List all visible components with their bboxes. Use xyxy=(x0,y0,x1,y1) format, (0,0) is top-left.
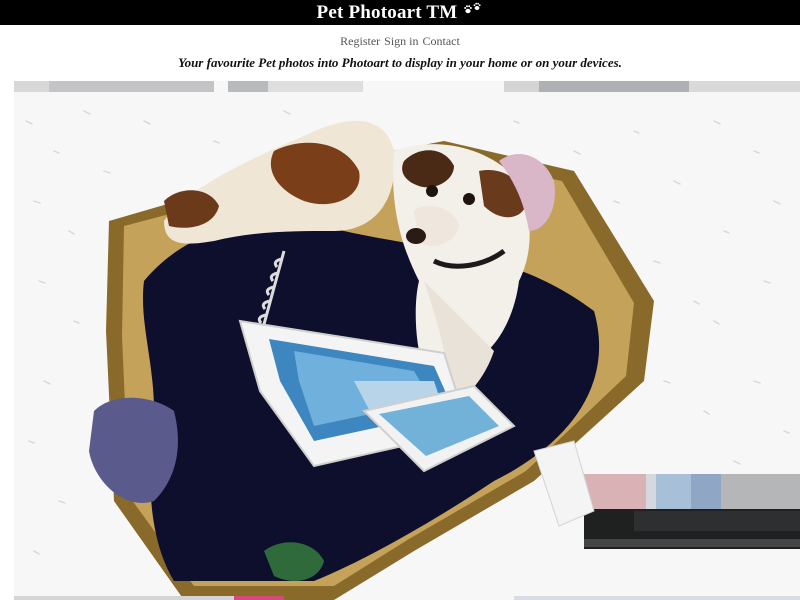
register-link[interactable]: Register xyxy=(340,34,380,48)
page: Pet Photoart TM Register Sign in Contact… xyxy=(0,0,800,600)
top-nav: Register Sign in Contact xyxy=(0,34,800,49)
paw-prints-icon xyxy=(463,2,483,16)
pet-photoart-image xyxy=(14,81,800,600)
site-header: Pet Photoart TM xyxy=(0,0,800,25)
tagline: Your favourite Pet photos into Photoart … xyxy=(178,55,622,70)
sign-in-link[interactable]: Sign in xyxy=(384,34,418,48)
site-title[interactable]: Pet Photoart TM xyxy=(317,2,458,24)
contact-link[interactable]: Contact xyxy=(423,34,460,48)
glitch-block-right xyxy=(574,474,800,549)
